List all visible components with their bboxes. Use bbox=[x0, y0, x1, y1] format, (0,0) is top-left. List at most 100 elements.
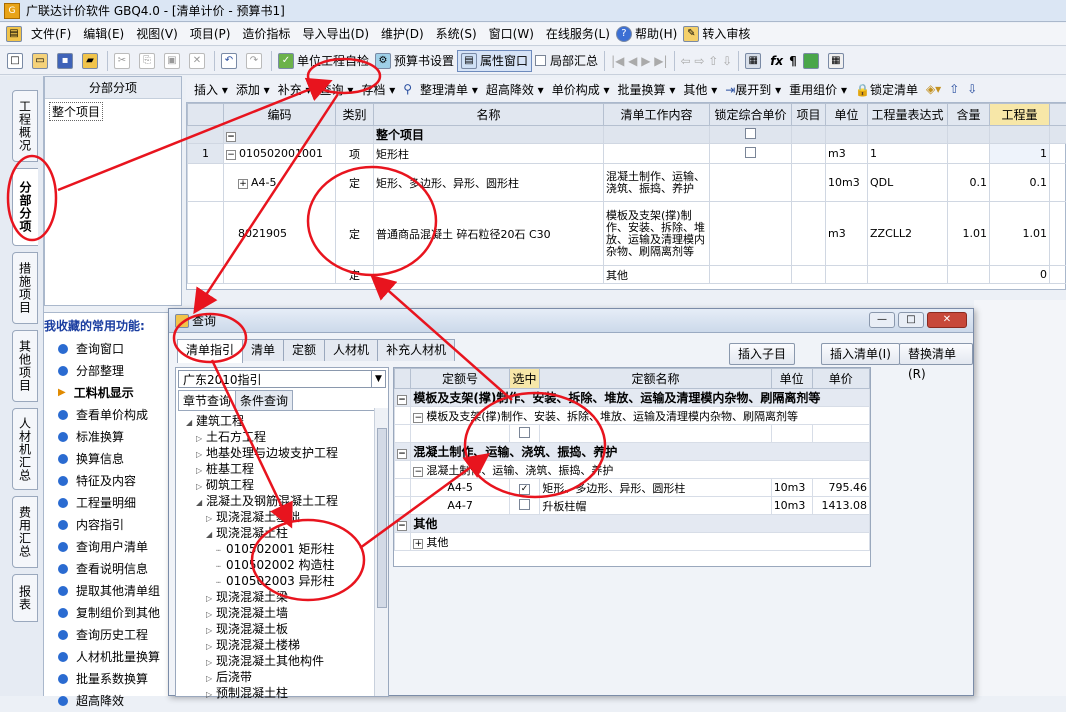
fav-organize-division[interactable]: 分部整理 bbox=[44, 360, 182, 382]
budget-settings-button[interactable]: ⚙预算书设置 bbox=[372, 50, 457, 72]
menu-cost-index[interactable]: 造价指标 bbox=[236, 24, 296, 45]
move-arrows-icon[interactable]: ⇦ ⇨ ⇧ ⇩ bbox=[678, 50, 736, 72]
lock-list-button[interactable]: 🔒锁定清单 bbox=[851, 81, 922, 98]
tree-node[interactable]: ┄010502002 构造柱 bbox=[176, 557, 388, 573]
redo-icon[interactable]: ↷ bbox=[243, 50, 268, 72]
menu-view[interactable]: 视图(V) bbox=[130, 24, 184, 45]
tab-chapter-query[interactable]: 章节查询 bbox=[178, 390, 236, 410]
local-summary-toggle[interactable]: 局部汇总 bbox=[532, 50, 601, 72]
subgroup-row[interactable]: −模板及支架(撑)制作、安装、拆除、堆放、运输及清理模内杂物、刷隔离剂等 bbox=[395, 407, 870, 425]
table-row[interactable]: − 整个项目 bbox=[188, 126, 1066, 144]
col-name[interactable]: 名称 bbox=[374, 104, 604, 126]
save-icon[interactable]: ▪ bbox=[54, 50, 79, 72]
tree-node[interactable]: ▷地基处理与边坡支护工程 bbox=[176, 445, 388, 461]
open-icon[interactable]: ▭ bbox=[29, 50, 54, 72]
close-icon[interactable]: ✕ bbox=[927, 312, 967, 328]
tab-supplement-material[interactable]: 补充人材机 bbox=[377, 339, 455, 361]
col-quota-name[interactable]: 定额名称 bbox=[540, 369, 771, 389]
tab-sub-items[interactable]: 分部分项 bbox=[12, 168, 38, 246]
lock-checkbox[interactable] bbox=[745, 147, 756, 158]
tab-list-guide[interactable]: 清单指引 bbox=[177, 339, 243, 363]
expand-icon[interactable]: + bbox=[238, 179, 248, 189]
query-dialog-titlebar[interactable]: 查询 — □ ✕ bbox=[169, 309, 973, 333]
col-expr[interactable]: 工程量表达式 bbox=[868, 104, 948, 126]
tree-node[interactable]: ▷现浇混凝土板 bbox=[176, 621, 388, 637]
col-quota-price[interactable]: 单价 bbox=[812, 369, 869, 389]
minimize-icon[interactable]: — bbox=[869, 312, 895, 328]
fill-color-icon[interactable]: ◈▾ bbox=[922, 82, 945, 96]
tab-condition-query[interactable]: 条件查询 bbox=[235, 390, 293, 410]
fav-batch-coefficient[interactable]: 批量系数换算 bbox=[44, 668, 182, 690]
tab-labor-material[interactable]: 人材机 bbox=[324, 339, 378, 361]
tree-toggle-icon[interactable]: ▷ bbox=[206, 687, 216, 703]
fav-batch-material[interactable]: 人材机批量换算 bbox=[44, 646, 182, 668]
app-menu-icon[interactable]: ▤ bbox=[6, 26, 22, 42]
tab-reports[interactable]: 报表 bbox=[12, 574, 38, 622]
col-ratio[interactable]: 含量 bbox=[948, 104, 990, 126]
tab-labor-material-summary[interactable]: 人材机汇总 bbox=[12, 408, 38, 490]
tree-node[interactable]: ▷预制混凝土柱 bbox=[176, 685, 388, 701]
tree-node[interactable]: ▷现浇混凝土梁 bbox=[176, 589, 388, 605]
insert-subitem-button[interactable]: 插入子目 bbox=[729, 343, 795, 365]
tab-quota[interactable]: 定额 bbox=[283, 339, 325, 361]
copy-icon[interactable]: ⎘ bbox=[136, 50, 161, 72]
menu-file[interactable]: 文件(F) bbox=[25, 24, 77, 45]
paragraph-icon[interactable]: ¶ bbox=[786, 50, 800, 72]
fav-height-reduction[interactable]: 超高降效 bbox=[44, 690, 182, 712]
col-quota-unit[interactable]: 单位 bbox=[771, 369, 812, 389]
grid-icon[interactable]: ▦ bbox=[825, 50, 850, 72]
insert-button[interactable]: 插入 ▾ bbox=[190, 81, 232, 98]
menu-window[interactable]: 窗口(W) bbox=[483, 24, 540, 45]
table-row[interactable]: 定 其他 0 bbox=[188, 266, 1066, 284]
subgroup-row[interactable]: +其他 bbox=[395, 533, 870, 551]
fav-features[interactable]: 特征及内容 bbox=[44, 470, 182, 492]
tree-node[interactable]: ▷现浇混凝土楼梯 bbox=[176, 637, 388, 653]
group-row[interactable]: −其他 bbox=[395, 515, 870, 533]
property-window-button[interactable]: ▤属性窗口 bbox=[457, 50, 532, 72]
select-checkbox[interactable]: ✓ bbox=[519, 484, 530, 495]
menu-maintain[interactable]: 维护(D) bbox=[375, 24, 430, 45]
tree-toggle-icon[interactable]: ◢ bbox=[196, 495, 206, 511]
subgroup-row[interactable]: −混凝土制作、运输、浇筑、振捣、养护 bbox=[395, 461, 870, 479]
cut-icon[interactable]: ✂ bbox=[111, 50, 136, 72]
tree-node[interactable]: ▷后浇带 bbox=[176, 669, 388, 685]
col-quota-code[interactable]: 定额号 bbox=[411, 369, 509, 389]
fav-material-display[interactable]: ▶工料机显示 bbox=[44, 382, 182, 404]
collapse-icon[interactable]: − bbox=[397, 449, 407, 459]
menu-edit[interactable]: 编辑(E) bbox=[77, 24, 130, 45]
collapse-icon[interactable]: − bbox=[226, 150, 236, 160]
formula-icon[interactable]: fx bbox=[767, 50, 786, 72]
col-qty[interactable]: 工程量 bbox=[990, 104, 1050, 126]
col-selected[interactable]: 选中 bbox=[509, 369, 540, 389]
fav-copy-pricing[interactable]: 复制组价到其他 bbox=[44, 602, 182, 624]
collapse-icon[interactable]: − bbox=[413, 467, 423, 477]
table-row[interactable]: 8021905 定 普通商品混凝土 碎石粒径20石 C30 模板及支架(撑)制作… bbox=[188, 202, 1066, 266]
tree-node[interactable]: ▷现浇混凝土墙 bbox=[176, 605, 388, 621]
batch-convert-button[interactable]: 批量换算 ▾ bbox=[614, 81, 680, 98]
tree-node[interactable]: ▷土石方工程 bbox=[176, 429, 388, 445]
fav-unit-price-view[interactable]: 查看单价构成 bbox=[44, 404, 182, 426]
group-row[interactable]: −混凝土制作、运输、浇筑、振捣、养护 bbox=[395, 443, 870, 461]
other-button[interactable]: 其他 ▾ bbox=[679, 81, 721, 98]
tab-measure-items[interactable]: 措施项目 bbox=[12, 252, 38, 324]
tab-project-overview[interactable]: 工程概况 bbox=[12, 90, 38, 162]
fav-user-list[interactable]: 查询用户清单 bbox=[44, 536, 182, 558]
maximize-icon[interactable]: □ bbox=[898, 312, 924, 328]
menu-project[interactable]: 项目(P) bbox=[184, 24, 237, 45]
fav-standard-convert[interactable]: 标准换算 bbox=[44, 426, 182, 448]
tree-node[interactable]: ┄010502003 异形柱 bbox=[176, 573, 388, 589]
col-item[interactable]: 项目 bbox=[792, 104, 826, 126]
chevron-down-icon[interactable]: ▼ bbox=[371, 371, 385, 387]
col-unit[interactable]: 单位 bbox=[826, 104, 868, 126]
delete-icon[interactable]: ✕ bbox=[186, 50, 211, 72]
tree-node[interactable]: ┄010502001 矩形柱 bbox=[176, 541, 388, 557]
tree-node[interactable]: ▷桩基工程 bbox=[176, 461, 388, 477]
nav-first-icon[interactable]: |◀ ◀ ▶ ▶| bbox=[608, 50, 670, 72]
quota-row[interactable]: A4-7升板柱帽10m31413.08 bbox=[395, 497, 870, 515]
paste-icon[interactable]: ▣ bbox=[161, 50, 186, 72]
local-summary-checkbox[interactable] bbox=[535, 55, 546, 66]
tree-node-whole-project[interactable]: 整个项目 bbox=[49, 102, 103, 121]
archive-button[interactable]: 存档 ▾ bbox=[357, 81, 399, 98]
scrollbar-thumb[interactable] bbox=[377, 428, 387, 608]
menu-audit[interactable]: 转入审核 bbox=[702, 24, 756, 45]
